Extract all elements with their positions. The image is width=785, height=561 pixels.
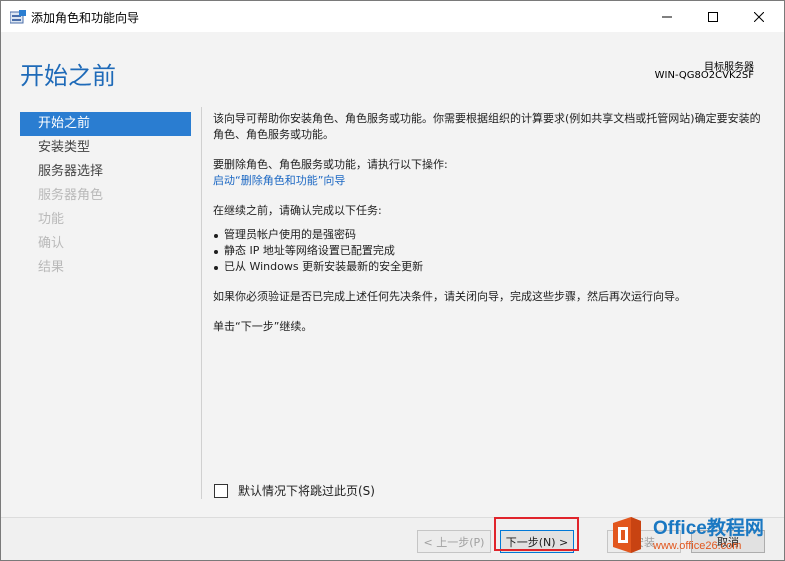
watermark-brand: Office教程网 <box>653 517 764 539</box>
intro-text: 该向导可帮助你安装角色、角色服务或功能。你需要根据组织的计算要求(例如共享文档或… <box>213 112 761 141</box>
minimize-button[interactable] <box>644 1 690 32</box>
nav-item-server-roles: 服务器角色 <box>38 188 104 203</box>
window-title: 添加角色和功能向导 <box>31 11 140 25</box>
maximize-icon <box>708 11 718 22</box>
maximize-button[interactable] <box>690 1 736 32</box>
skip-page-label: 默认情况下将跳过此页(S) <box>238 484 375 498</box>
nav-item-features: 功能 <box>38 212 65 227</box>
minimize-icon <box>662 16 672 17</box>
skip-page-option[interactable]: 默认情况下将跳过此页(S) <box>214 482 375 499</box>
wizard-content: 该向导可帮助你安装角色、角色服务或功能。你需要根据组织的计算要求(例如共享文档或… <box>213 111 768 335</box>
skip-page-checkbox[interactable] <box>214 483 228 498</box>
list-item: 已从 Windows 更新安装最新的安全更新 <box>213 259 768 275</box>
close-icon <box>754 11 764 22</box>
previous-button[interactable]: < 上一步(P) <box>417 530 491 553</box>
nav-divider <box>201 107 202 499</box>
list-item: 管理员帐户使用的是强密码 <box>213 227 768 243</box>
nav-item-confirmation: 确认 <box>38 236 65 251</box>
prerequisite-list: 管理员帐户使用的是强密码 静态 IP 地址等网络设置已配置完成 已从 Windo… <box>213 227 768 275</box>
target-server-name: WIN-QG8O2CVK2SF <box>654 70 754 81</box>
next-button-highlight <box>494 517 579 551</box>
page-title: 开始之前 <box>20 62 116 90</box>
watermark: Office教程网 www.office26.com <box>607 511 784 559</box>
nav-item-server-selection[interactable]: 服务器选择 <box>20 160 191 184</box>
nav-item-results: 结果 <box>38 260 65 275</box>
watermark-url: www.office26.com <box>653 539 742 552</box>
list-item: 静态 IP 地址等网络设置已配置完成 <box>213 243 768 259</box>
wizard-window: 添加角色和功能向导 开始之前 目标服务器 WIN-QG8O2CVK2SF 开始之… <box>0 0 785 561</box>
remove-instructions: 要删除角色、角色服务或功能，请执行以下操作: <box>213 158 448 171</box>
nav-item-installation-type[interactable]: 安装类型 <box>20 136 191 160</box>
server-manager-icon <box>9 9 26 24</box>
wizard-header: 开始之前 目标服务器 WIN-QG8O2CVK2SF <box>1 32 784 97</box>
verify-text: 如果你必须验证是否已完成上述任何先决条件，请关闭向导，完成这些步骤，然后再次运行… <box>213 290 686 303</box>
before-continue-text: 在继续之前，请确认完成以下任务: <box>213 204 382 217</box>
close-button[interactable] <box>736 1 782 32</box>
wizard-nav: 开始之前 安装类型 服务器选择 服务器角色 功能 确认 结果 <box>20 112 191 280</box>
next-hint-text: 单击“下一步”继续。 <box>213 320 313 333</box>
remove-roles-link[interactable]: 启动“删除角色和功能”向导 <box>213 173 768 189</box>
title-bar: 添加角色和功能向导 <box>1 1 784 32</box>
nav-item-before-you-begin[interactable]: 开始之前 <box>20 112 191 136</box>
office-logo-icon <box>607 515 647 555</box>
